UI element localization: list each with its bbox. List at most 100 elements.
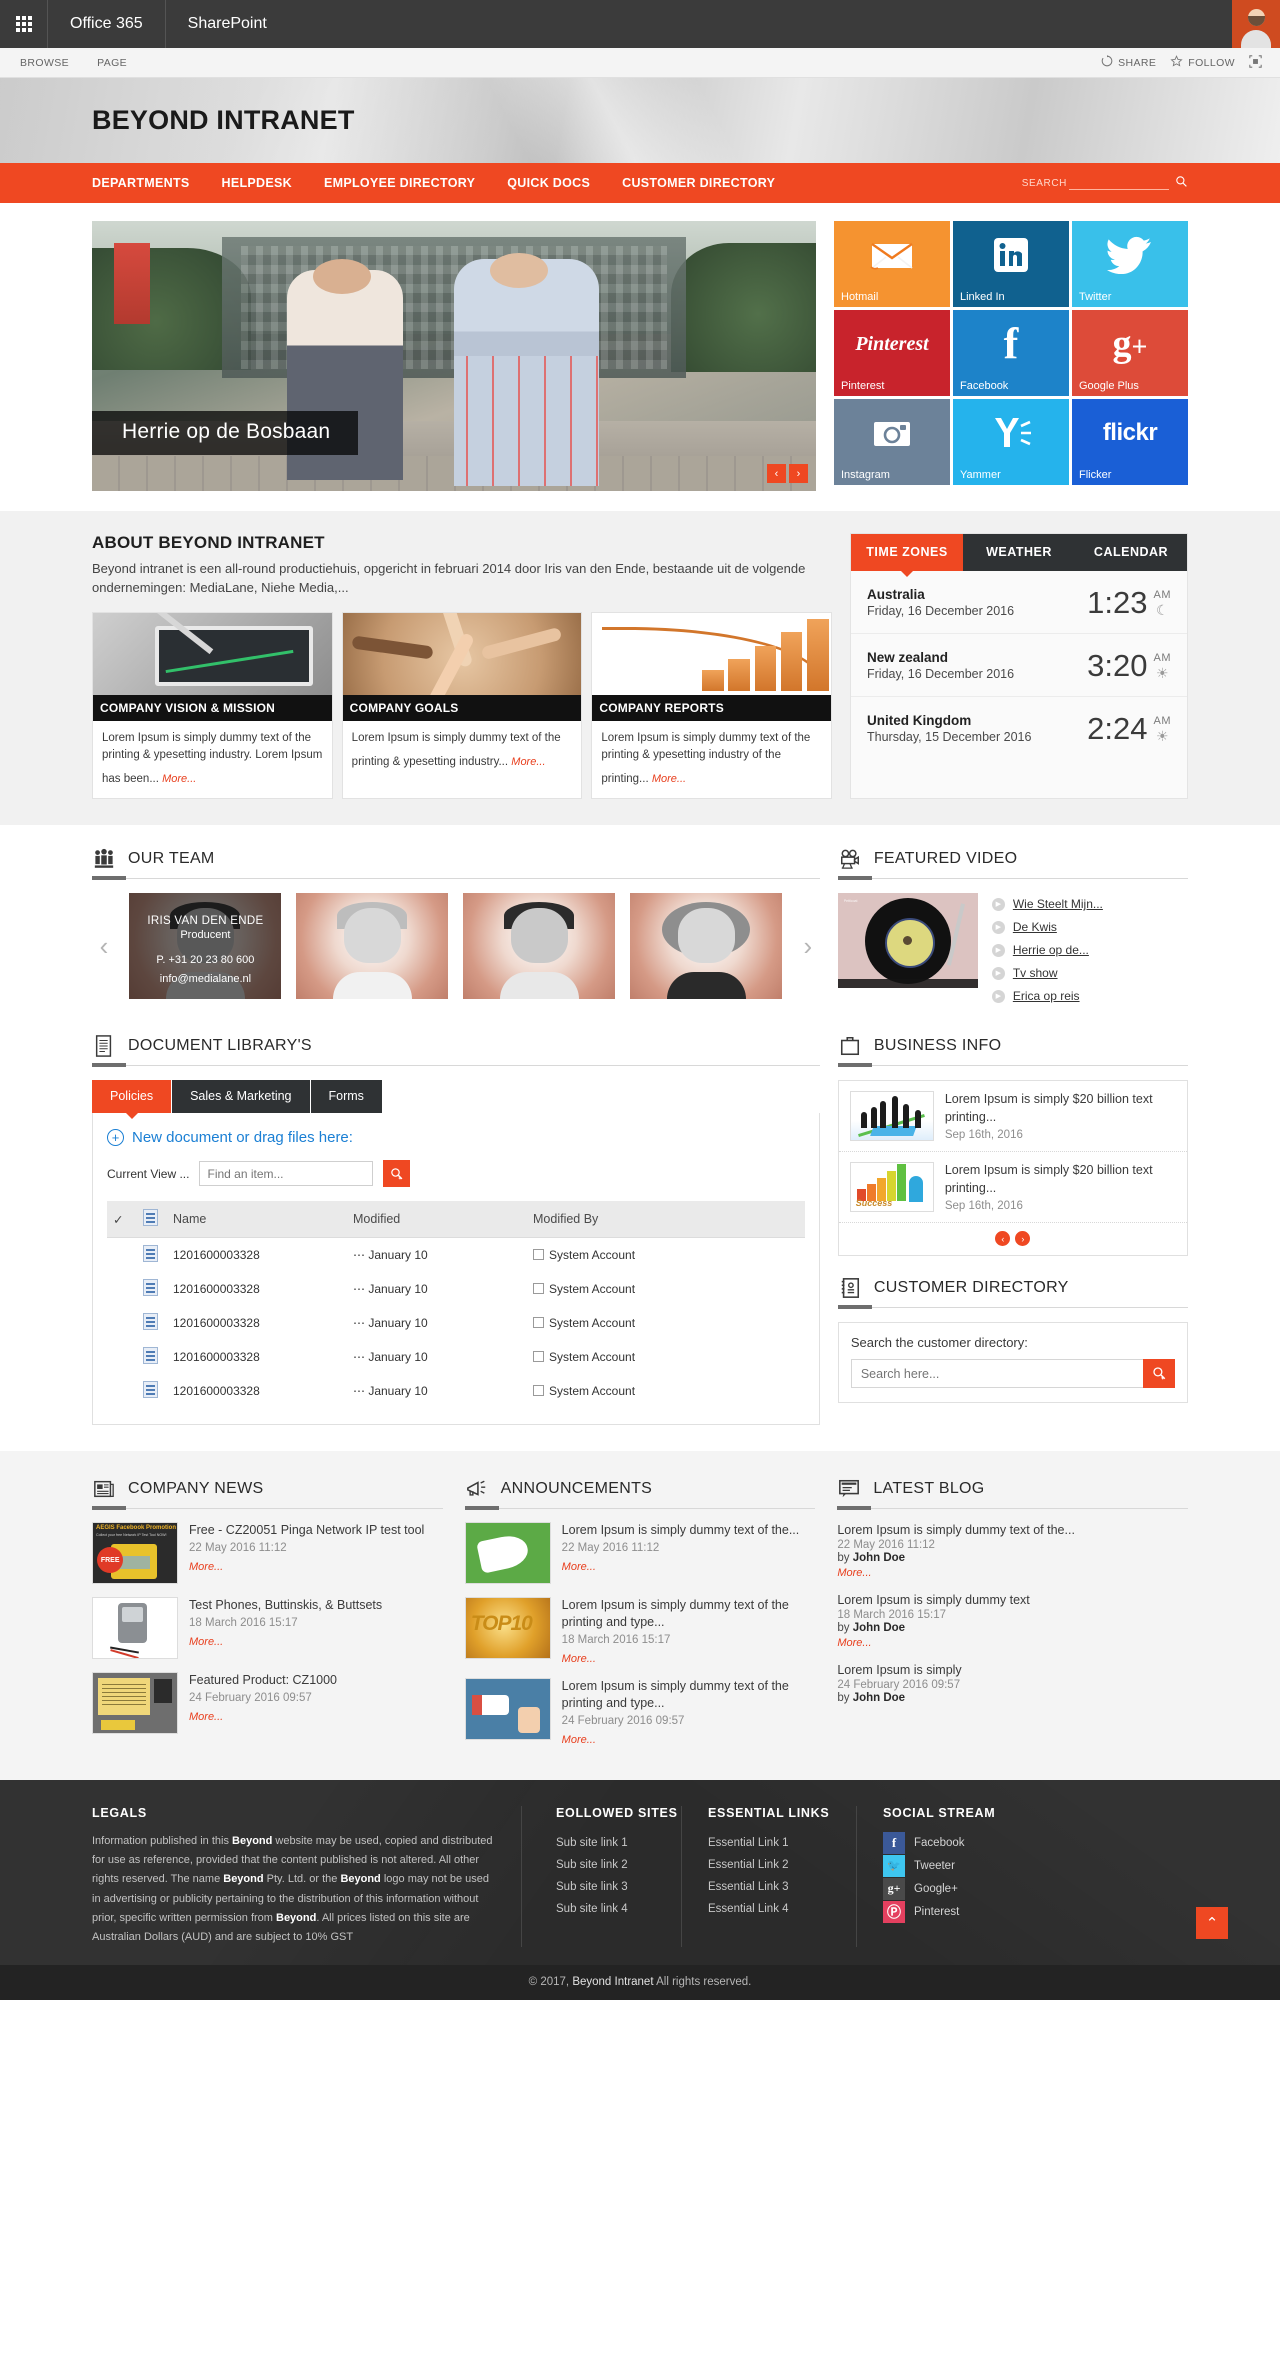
video-list-item[interactable]: ▶ Erica op reis [991, 985, 1188, 1008]
tile-hotmail[interactable]: Hotmail [834, 221, 950, 307]
nav-item-quick-docs[interactable]: QUICK DOCS [491, 163, 606, 203]
video-list-item[interactable]: ▶ Herrie op de... [991, 939, 1188, 962]
nav-item-employee-directory[interactable]: EMPLOYEE DIRECTORY [308, 163, 491, 203]
footer-site-link[interactable]: Sub site link 4 [556, 1898, 681, 1920]
cell-check[interactable] [107, 1272, 137, 1306]
tab-forms[interactable]: Forms [310, 1080, 383, 1114]
app-launcher-button[interactable] [0, 0, 48, 48]
tab-sales-marketing[interactable]: Sales & Marketing [172, 1080, 311, 1114]
tab-policies[interactable]: Policies [92, 1080, 173, 1120]
share-button[interactable]: SHARE [1101, 55, 1156, 70]
checkbox[interactable] [533, 1385, 544, 1397]
about-card[interactable]: COMPANY GOALS Lorem Ipsum is simply dumm… [341, 611, 583, 800]
tab-weather[interactable]: WEATHER [963, 534, 1075, 571]
col-modified-by[interactable]: Modified By [527, 1201, 805, 1239]
social-name[interactable]: Pinterest [914, 1906, 959, 1918]
video-link[interactable]: Herrie op de... [1013, 943, 1089, 957]
news-item[interactable]: AEGIS Facebook Promotion Collect your fre… [92, 1522, 443, 1585]
footer-essential-link[interactable]: Essential Link 1 [708, 1832, 856, 1854]
card-more-link[interactable]: More... [511, 754, 545, 771]
cell-name[interactable]: 1201600003328 [167, 1238, 347, 1273]
checkbox[interactable] [533, 1249, 544, 1261]
cell-name[interactable]: 1201600003328 [167, 1374, 347, 1408]
footer-essential-link[interactable]: Essential Link 4 [708, 1898, 856, 1920]
hero-prev-button[interactable]: ‹ [767, 464, 786, 483]
card-more-link[interactable]: More... [162, 771, 196, 788]
tile-flickr[interactable]: flickr Flicker [1072, 399, 1188, 485]
cell-name[interactable]: 1201600003328 [167, 1272, 347, 1306]
new-document-link[interactable]: + New document or drag files here: [107, 1129, 805, 1147]
team-next-button[interactable]: › [796, 931, 820, 962]
hero-next-button[interactable]: › [789, 464, 808, 483]
social-row[interactable]: f Facebook [883, 1831, 1057, 1854]
table-row[interactable]: 1201600003328 ⋯ January 10 System Accoun… [107, 1340, 805, 1374]
team-card[interactable] [463, 893, 616, 1000]
nav-item-helpdesk[interactable]: HELPDESK [206, 163, 308, 203]
team-card[interactable] [296, 893, 449, 1000]
nav-search-input[interactable] [1069, 176, 1169, 190]
announcement-item[interactable]: Lorem Ipsum is simply dummy text of the.… [464, 1522, 816, 1585]
team-card[interactable] [630, 893, 783, 1000]
social-name[interactable]: Facebook [914, 1837, 965, 1849]
checkbox[interactable] [533, 1317, 544, 1329]
checkbox[interactable] [533, 1283, 544, 1295]
nav-item-departments[interactable]: DEPARTMENTS [92, 163, 206, 203]
blog-item[interactable]: Lorem Ipsum is simply dummy text 18 Marc… [837, 1593, 1188, 1649]
footer-site-link[interactable]: Sub site link 3 [556, 1876, 681, 1898]
video-player[interactable]: Petticoat [837, 893, 978, 989]
back-to-top-button[interactable]: ⌃ [1196, 1907, 1228, 1940]
footer-site-link[interactable]: Sub site link 1 [556, 1832, 681, 1854]
tile-pinterest[interactable]: Pinterest Pinterest [834, 310, 950, 396]
focus-on-content-button[interactable] [1249, 54, 1262, 71]
video-list-item[interactable]: ▶ De Kwis [991, 916, 1188, 939]
team-card-active[interactable]: IRIS VAN DEN ENDE Producent P. +31 20 23… [129, 893, 282, 1000]
news-more-link[interactable]: More... [189, 1561, 223, 1573]
user-avatar[interactable] [1232, 0, 1280, 48]
announcement-item[interactable]: TOP10 Lorem Ipsum is simply dummy text o… [464, 1597, 816, 1665]
tab-time-zones[interactable]: TIME ZONES [851, 534, 963, 577]
business-prev-button[interactable]: ‹ [995, 1231, 1011, 1247]
col-check[interactable]: ✓ [107, 1201, 137, 1239]
social-row[interactable]: Ⓟ Pinterest [883, 1900, 1057, 1923]
cell-check[interactable] [107, 1374, 137, 1408]
tab-calendar[interactable]: CALENDAR [1075, 534, 1187, 571]
table-row[interactable]: 1201600003328 ⋯ January 10 System Accoun… [107, 1306, 805, 1340]
cell-check[interactable] [107, 1340, 137, 1374]
search-icon[interactable] [1175, 175, 1188, 191]
card-more-link[interactable]: More... [652, 771, 686, 788]
nav-search[interactable]: SEARCH [1022, 175, 1188, 191]
player-controls-bar[interactable] [837, 979, 978, 989]
news-more-link[interactable]: More... [189, 1711, 223, 1723]
table-row[interactable]: 1201600003328 ⋯ January 10 System Accoun… [107, 1238, 805, 1273]
footer-essential-link[interactable]: Essential Link 3 [708, 1876, 856, 1898]
ribbon-tab-page[interactable]: PAGE [83, 48, 141, 78]
table-row[interactable]: 1201600003328 ⋯ January 10 System Accoun… [107, 1272, 805, 1306]
tile-twitter[interactable]: Twitter [1072, 221, 1188, 307]
social-row[interactable]: 🐦 Tweeter [883, 1854, 1057, 1877]
office365-link[interactable]: Office 365 [48, 0, 166, 48]
tile-linkedin[interactable]: Linked In [953, 221, 1069, 307]
cell-check[interactable] [107, 1238, 137, 1273]
tile-facebook[interactable]: f Facebook [953, 310, 1069, 396]
customer-directory-search-button[interactable] [1143, 1359, 1175, 1389]
table-row[interactable]: 1201600003328 ⋯ January 10 System Accoun… [107, 1374, 805, 1408]
announcement-item[interactable]: Lorem Ipsum is simply dummy text of the … [464, 1678, 816, 1746]
business-info-item[interactable]: Lorem Ipsum is simply $20 billion text p… [838, 1081, 1187, 1153]
news-item[interactable]: Test Phones, Buttinskis, & Buttsets 18 M… [92, 1597, 443, 1660]
video-link[interactable]: Tv show [1013, 966, 1058, 980]
tile-instagram[interactable]: Instagram [834, 399, 950, 485]
col-modified[interactable]: Modified [347, 1201, 527, 1239]
about-card[interactable]: COMPANY VISION & MISSION Lorem Ipsum is … [92, 611, 333, 800]
cell-check[interactable] [107, 1306, 137, 1340]
social-name[interactable]: Tweeter [914, 1860, 955, 1872]
announcement-more-link[interactable]: More... [562, 1561, 596, 1573]
col-name[interactable]: Name [167, 1201, 347, 1239]
blog-more-link[interactable]: More... [837, 1567, 871, 1579]
tile-yammer[interactable]: Yammer [953, 399, 1069, 485]
sharepoint-link[interactable]: SharePoint [166, 0, 289, 48]
cell-name[interactable]: 1201600003328 [167, 1340, 347, 1374]
video-link[interactable]: De Kwis [1013, 920, 1057, 934]
video-link[interactable]: Wie Steelt Mijn... [1013, 897, 1103, 911]
find-search-button[interactable] [383, 1160, 411, 1188]
business-info-item[interactable]: Success Lorem Ipsum is simply $20 billio… [838, 1152, 1187, 1224]
